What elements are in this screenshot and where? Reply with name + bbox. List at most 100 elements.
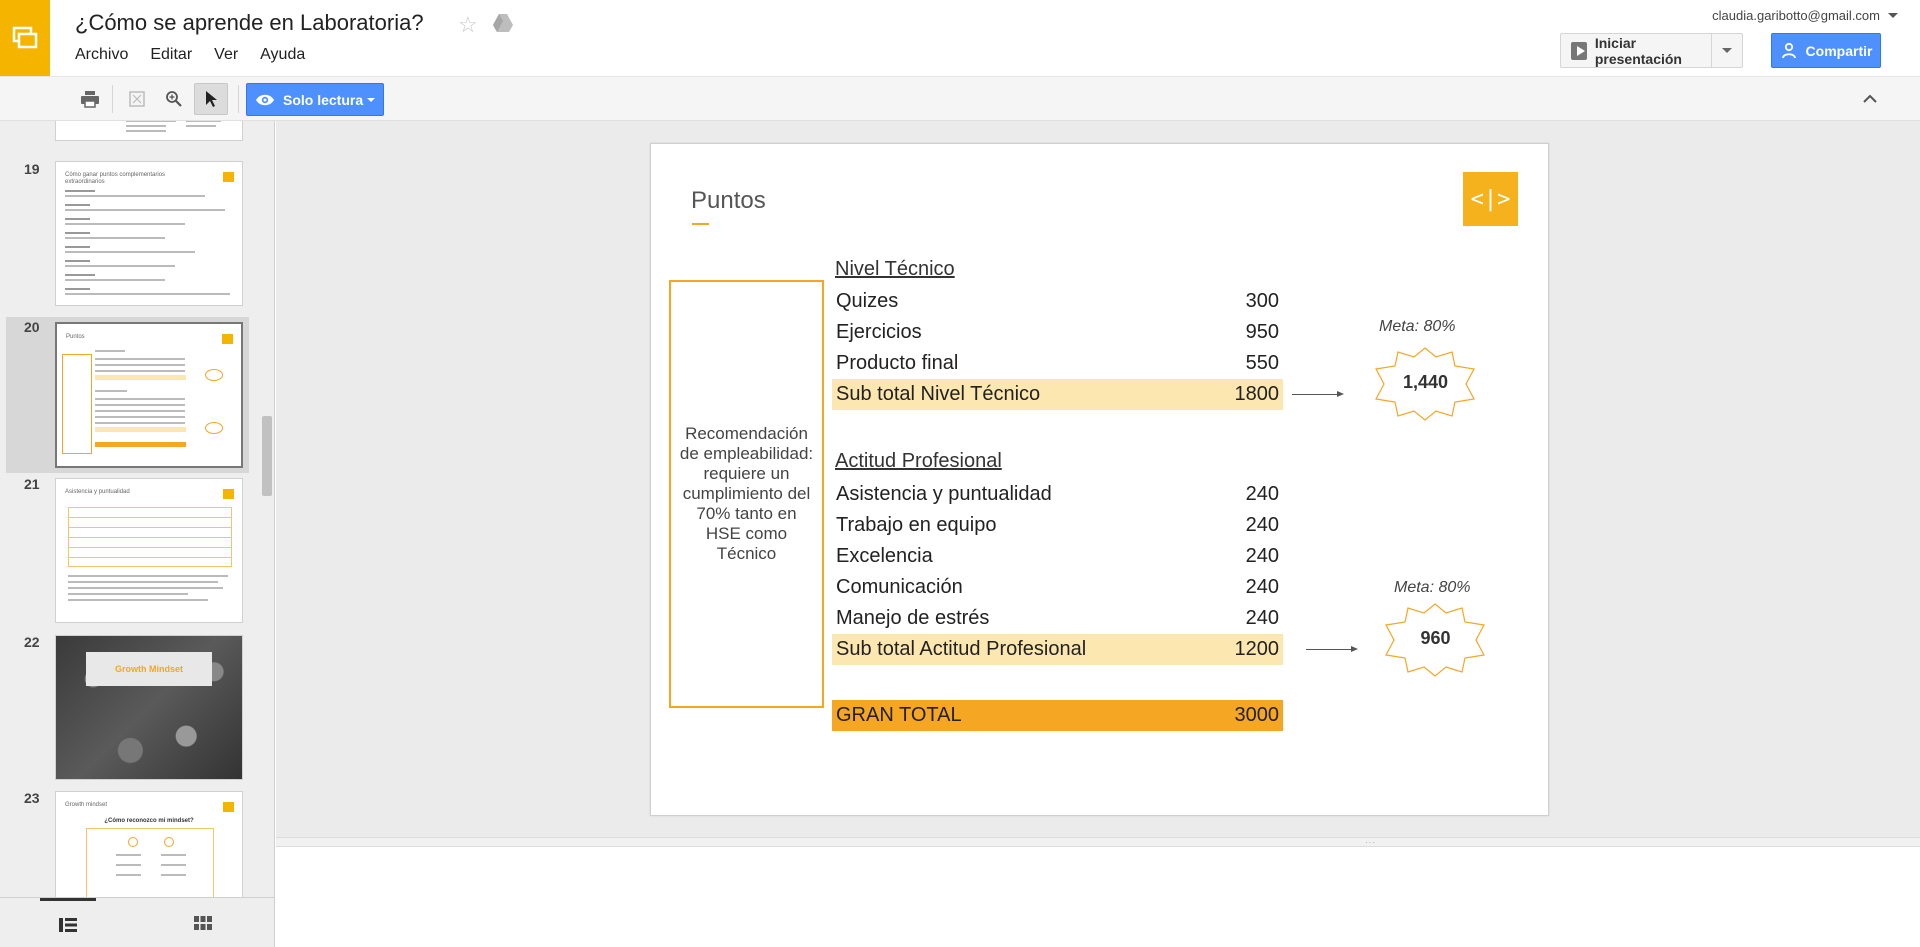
row-label: Asistencia y puntualidad (836, 483, 1052, 505)
chevron-down-icon (367, 98, 375, 102)
row-value: 240 (1245, 607, 1279, 629)
notes-resize-handle[interactable]: ··· (276, 837, 1920, 847)
thumbnail-title: Asistencia y puntualidad (65, 489, 130, 495)
print-icon (81, 91, 99, 108)
select-button[interactable] (194, 83, 228, 115)
thumbnail-title: Cómo ganar puntos complementarios extrao… (65, 172, 166, 185)
readonly-mode-button[interactable]: Solo lectura (246, 83, 384, 116)
fit-button[interactable] (120, 83, 154, 115)
zoom-icon (166, 91, 182, 107)
grand-total-value: 3000 (1234, 704, 1280, 726)
row-label: Producto final (836, 352, 959, 374)
grid-view-icon (194, 916, 212, 930)
score-row: Asistencia y puntualidad 240 (832, 479, 1283, 510)
slide-number: 21 (24, 476, 40, 492)
zoom-button[interactable] (157, 83, 191, 115)
subtotal-value: 1200 (1234, 638, 1280, 660)
account-caret-icon[interactable] (1888, 13, 1898, 18)
menu-ayuda[interactable]: Ayuda (260, 46, 305, 64)
thumbnail-subtitle: ¿Cómo reconozco mi mindset? (104, 818, 194, 824)
thumbnail-badge (223, 172, 234, 182)
slide-thumbnail-19[interactable]: Cómo ganar puntos complementarios extrao… (55, 161, 243, 306)
slide-thumbnail[interactable] (55, 121, 243, 141)
collapse-chevron-icon[interactable] (1862, 91, 1878, 109)
employability-recommendation-box: Recomendación de empleabilidad: requiere… (669, 280, 824, 708)
row-label: Quizes (836, 290, 899, 312)
thumbnail-title: Growth mindset (65, 802, 108, 808)
menu-archivo[interactable]: Archivo (75, 46, 128, 64)
score-row: Comunicación 240 (832, 572, 1283, 603)
employability-recommendation-text: Recomendación de empleabilidad: requiere… (679, 424, 814, 563)
menu-ver[interactable]: Ver (214, 46, 238, 64)
row-value: 240 (1245, 483, 1279, 505)
filmstrip-view-button[interactable] (40, 898, 96, 947)
grip-icon: ··· (1365, 838, 1376, 847)
present-label: Iniciar presentación (1594, 34, 1682, 67)
toolbar-separator (112, 85, 113, 113)
readonly-label: Solo lectura (283, 91, 364, 108)
account-email[interactable]: claudia.garibotto@gmail.com (1712, 8, 1880, 23)
slide-thumbnail-23[interactable]: Growth mindset ¿Cómo reconozco mi mindse… (55, 791, 243, 901)
row-value: 240 (1245, 514, 1279, 536)
slide-thumbnail-22[interactable]: Growth Mindset (55, 635, 243, 780)
section-heading-actitud: Actitud Profesional (835, 450, 1002, 472)
grid-view-button[interactable] (175, 898, 231, 947)
meta-label-tecnico: Meta: 80% (1379, 318, 1456, 335)
meta-label-actitud: Meta: 80% (1394, 579, 1471, 596)
grand-total-row: GRAN TOTAL 3000 (832, 700, 1283, 731)
score-row: Ejercicios 950 (832, 317, 1283, 348)
row-label: Excelencia (836, 545, 933, 567)
people-icon (1781, 42, 1796, 58)
row-value: 240 (1245, 576, 1279, 598)
app-header: ¿Cómo se aprende en Laboratoria? ☆ Archi… (0, 0, 1920, 76)
speaker-notes-area[interactable] (276, 847, 1920, 947)
sidebar-view-switcher (0, 897, 274, 947)
star-icon[interactable]: ☆ (458, 12, 478, 38)
laboratoria-logo: <|> (1463, 172, 1518, 226)
cursor-icon (206, 91, 217, 107)
share-button[interactable]: Compartir (1771, 33, 1881, 68)
document-title[interactable]: ¿Cómo se aprende en Laboratoria? (75, 10, 424, 36)
thumbnail-badge (223, 802, 234, 812)
meta-badge-actitud: 960 (1383, 603, 1488, 677)
menu-bar: Archivo Editar Ver Ayuda (75, 46, 327, 64)
arrow-line (1292, 394, 1337, 395)
eye-icon (256, 94, 274, 105)
fit-icon (129, 91, 145, 107)
subtotal-label: Sub total Nivel Técnico (836, 383, 1041, 405)
subtotal-row-actitud: Sub total Actitud Profesional 1200 (832, 634, 1283, 665)
score-row: Manejo de estrés 240 (832, 603, 1283, 634)
slides-logo-icon[interactable] (0, 0, 50, 76)
sidebar-scrollbar[interactable] (262, 416, 272, 496)
slide-thumbnail-panel: 19 Cómo ganar puntos complementarios ext… (0, 121, 275, 947)
play-icon (1571, 41, 1587, 60)
share-label: Compartir (1805, 42, 1873, 59)
section-heading-tecnico: Nivel Técnico (835, 258, 955, 280)
row-value: 240 (1245, 545, 1279, 567)
thumbnail-badge (223, 489, 234, 499)
meta-value-actitud: 960 (1420, 628, 1451, 648)
present-dropdown-button[interactable] (1712, 34, 1742, 67)
score-row: Excelencia 240 (832, 541, 1283, 572)
move-to-folder-icon[interactable] (492, 13, 514, 38)
menu-editar[interactable]: Editar (150, 46, 192, 64)
row-label: Ejercicios (836, 321, 922, 343)
subtotal-value: 1800 (1234, 383, 1280, 405)
grand-total-label: GRAN TOTAL (836, 704, 962, 726)
slide-number: 22 (24, 634, 40, 650)
present-button[interactable]: Iniciar presentación (1561, 34, 1713, 67)
current-slide[interactable]: Puntos <|> Recomendación de empleabilida… (650, 143, 1549, 816)
meta-value-tecnico: 1,440 (1402, 372, 1449, 392)
arrow-line (1306, 649, 1351, 650)
slide-thumbnail-21[interactable]: Asistencia y puntualidad (55, 478, 243, 623)
row-label: Manejo de estrés (836, 607, 990, 629)
print-button[interactable] (73, 83, 107, 115)
row-value: 550 (1245, 352, 1279, 374)
score-row: Trabajo en equipo 240 (832, 510, 1283, 541)
chevron-down-icon (1722, 48, 1733, 53)
slide-thumbnail-20[interactable]: Puntos (55, 322, 243, 468)
present-button-group: Iniciar presentación (1560, 33, 1743, 68)
arrow-head-icon (1351, 646, 1358, 652)
title-underline (692, 223, 709, 225)
list-view-icon (59, 917, 77, 932)
